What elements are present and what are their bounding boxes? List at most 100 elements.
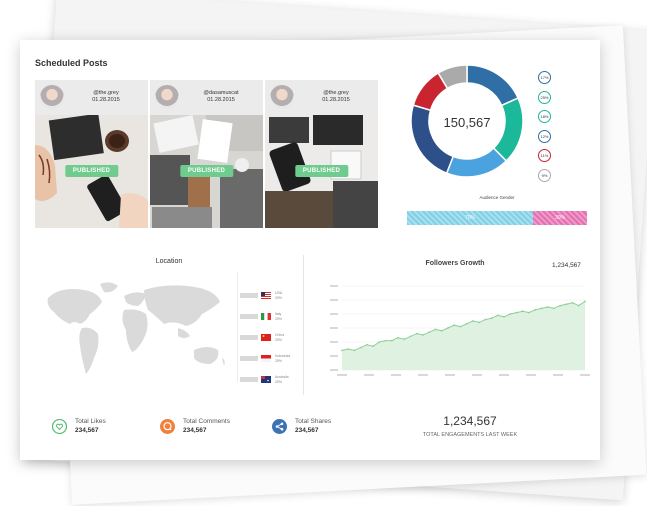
- growth-point[interactable]: [422, 334, 424, 336]
- growth-point[interactable]: [459, 325, 462, 328]
- growth-point[interactable]: [434, 328, 437, 331]
- stat-text: Total Comments 234,567: [183, 418, 230, 434]
- growth-point[interactable]: [490, 317, 493, 320]
- growth-point[interactable]: [390, 339, 393, 342]
- stat-text: Total Likes 234,567: [75, 418, 106, 434]
- country-pct: 25%: [275, 379, 283, 384]
- growth-point[interactable]: [571, 301, 574, 304]
- x-tick-mark: [472, 374, 482, 376]
- growth-point[interactable]: [428, 331, 431, 334]
- published-badge: PUBLISHED: [294, 165, 349, 177]
- usa-flag-icon: [261, 292, 271, 299]
- growth-point[interactable]: [465, 322, 468, 325]
- post-image[interactable]: PUBLISHED: [150, 115, 263, 228]
- stat-label: Total Shares: [295, 418, 332, 425]
- location-text: Australia 25%: [275, 375, 289, 384]
- growth-point[interactable]: [584, 300, 586, 303]
- location-row[interactable]: China 25%: [238, 327, 290, 348]
- y-tick-mark: [330, 299, 338, 301]
- stat-label: Total Likes: [75, 418, 106, 425]
- growth-point[interactable]: [447, 327, 449, 329]
- growth-point[interactable]: [384, 339, 387, 342]
- avatar[interactable]: [155, 85, 179, 109]
- legend-item[interactable]: 11%: [538, 146, 551, 166]
- growth-point[interactable]: [372, 345, 375, 348]
- growth-point[interactable]: [552, 307, 555, 310]
- australia-flag-icon: [261, 376, 271, 383]
- location-row[interactable]: Australia 25%: [238, 369, 290, 390]
- followers-growth-title: Followers Growth: [425, 260, 485, 267]
- growth-point[interactable]: [453, 324, 456, 327]
- growth-point[interactable]: [353, 349, 356, 352]
- growth-point[interactable]: [546, 306, 549, 308]
- legend-ring: 12%: [538, 129, 551, 143]
- growth-point[interactable]: [528, 311, 530, 314]
- growth-point[interactable]: [397, 336, 399, 339]
- legend-item[interactable]: 9%: [538, 166, 551, 186]
- share-icon-svg: [275, 422, 284, 430]
- post-image[interactable]: PUBLISHED: [35, 115, 148, 228]
- growth-point[interactable]: [484, 318, 487, 321]
- followers-growth-chart[interactable]: [320, 280, 590, 386]
- post-handle[interactable]: @dasamuscat: [179, 90, 263, 97]
- china-flag-icon: [261, 334, 271, 341]
- post-date: 01.28.2015: [322, 97, 350, 103]
- total-engagements-value: 1,234,567: [443, 414, 497, 428]
- post-handle[interactable]: @the.grey: [294, 90, 378, 97]
- location-row[interactable]: USA 25%: [238, 285, 290, 306]
- gender-bar-male: 70%: [407, 211, 533, 225]
- post-card[interactable]: @the.grey 01.28.2015 PUBLISHED: [265, 80, 378, 228]
- comment-icon-svg: [163, 421, 172, 430]
- heart-icon-svg: [52, 418, 67, 434]
- growth-point[interactable]: [478, 321, 480, 324]
- avatar[interactable]: [40, 85, 64, 109]
- growth-point[interactable]: [503, 315, 505, 318]
- legend-item[interactable]: 18%: [538, 107, 551, 127]
- growth-point[interactable]: [471, 320, 474, 322]
- post-card[interactable]: @dasamuscat 01.28.2015 PUBLISHED: [150, 80, 263, 228]
- growth-point[interactable]: [559, 304, 561, 307]
- post-image[interactable]: PUBLISHED: [265, 115, 378, 228]
- legend-item[interactable]: 12%: [538, 127, 551, 147]
- growth-point[interactable]: [521, 310, 524, 313]
- location-bar: [240, 335, 258, 340]
- donut-hole: [430, 84, 504, 158]
- donut-legend: 17% 25% 18% 12% 11% 9%: [538, 68, 551, 185]
- audience-gender-bar[interactable]: 70% 30%: [407, 211, 587, 225]
- total-comments-stat: Total Comments 234,567: [160, 418, 230, 434]
- growth-point[interactable]: [509, 313, 512, 315]
- growth-point[interactable]: [415, 332, 418, 335]
- total-engagements-label: TOTAL ENGAGEMENTS LAST WEEK: [422, 432, 518, 438]
- growth-point[interactable]: [515, 311, 518, 314]
- growth-point[interactable]: [403, 338, 406, 341]
- post-handle[interactable]: @the.grey: [64, 90, 148, 97]
- share-icon: [272, 418, 287, 434]
- post-card[interactable]: @the.grey 01.28.2015 PUBLISHED: [35, 80, 148, 228]
- x-tick-mark: [337, 374, 347, 376]
- location-row[interactable]: Italy 25%: [238, 306, 290, 327]
- y-tick-mark: [330, 369, 338, 371]
- growth-point[interactable]: [577, 304, 580, 307]
- growth-point[interactable]: [359, 346, 362, 349]
- location-bar: [240, 293, 258, 298]
- world-map[interactable]: [40, 280, 230, 380]
- avatar[interactable]: [270, 85, 294, 109]
- growth-point[interactable]: [565, 303, 568, 306]
- growth-point[interactable]: [378, 341, 381, 343]
- growth-point[interactable]: [440, 329, 443, 332]
- legend-item[interactable]: 17%: [538, 68, 551, 88]
- legend-item[interactable]: 25%: [538, 88, 551, 108]
- comment-icon: [160, 418, 175, 434]
- growth-point[interactable]: [366, 343, 368, 346]
- stat-value: 234,567: [75, 427, 99, 434]
- location-row[interactable]: Indonesia 25%: [238, 348, 290, 369]
- y-tick-mark: [330, 285, 338, 287]
- growth-point[interactable]: [409, 335, 412, 338]
- growth-point[interactable]: [496, 314, 499, 317]
- x-tick-mark: [391, 374, 401, 376]
- growth-point[interactable]: [540, 307, 543, 310]
- growth-point[interactable]: [534, 308, 537, 311]
- growth-point[interactable]: [347, 348, 350, 350]
- location-bar: [240, 314, 258, 319]
- growth-point[interactable]: [341, 349, 343, 352]
